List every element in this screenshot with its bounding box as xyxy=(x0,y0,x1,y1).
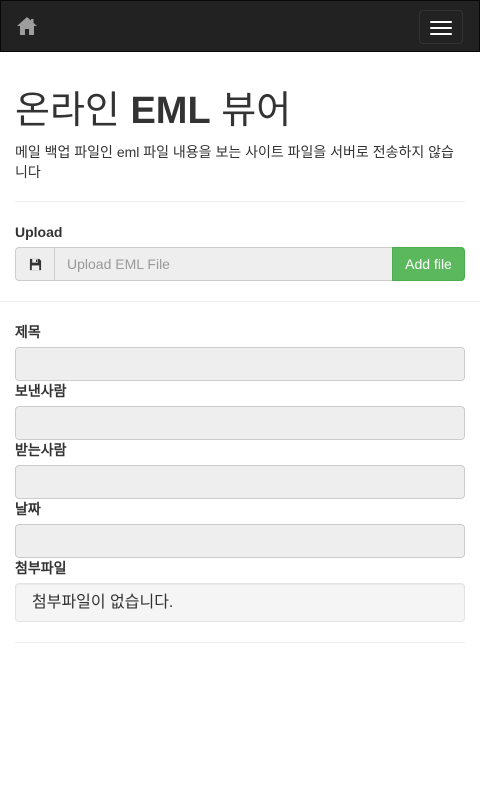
recipient-field[interactable] xyxy=(15,465,465,499)
attachments-list: 첨부파일이 없습니다. xyxy=(15,583,465,622)
page-title-prefix: 온라인 xyxy=(15,90,131,132)
page-title-bold: EML xyxy=(130,90,211,132)
upload-file-input[interactable] xyxy=(54,247,393,281)
bottom-divider xyxy=(15,642,465,643)
page-title: 온라인 EML 뷰어 xyxy=(15,88,291,134)
recipient-label: 받는사람 xyxy=(15,442,67,458)
hamburger-icon-bar xyxy=(430,33,452,35)
page-title-suffix: 뷰어 xyxy=(210,90,292,132)
subject-field[interactable] xyxy=(15,347,465,381)
subject-label: 제목 xyxy=(15,324,41,340)
hamburger-icon-bar xyxy=(430,27,452,29)
divider xyxy=(15,201,465,202)
navbar-toggle-button[interactable] xyxy=(419,10,463,44)
home-icon[interactable] xyxy=(16,16,38,36)
sender-field[interactable] xyxy=(15,406,465,440)
add-file-button[interactable]: Add file xyxy=(392,247,465,281)
attachments-label: 첨부파일 xyxy=(15,560,67,576)
date-field[interactable] xyxy=(15,524,465,558)
date-label: 날짜 xyxy=(15,501,41,517)
navbar xyxy=(0,0,480,52)
upload-label: Upload xyxy=(15,224,63,240)
upload-addon xyxy=(15,247,55,281)
page-subtitle: 메일 백업 파일인 eml 파일 내용을 보는 사이트 파일을 서버로 전송하지… xyxy=(15,144,454,180)
floppy-disk-icon xyxy=(29,258,42,271)
hamburger-icon xyxy=(430,21,452,23)
section-divider xyxy=(0,301,480,302)
attachments-empty-text: 첨부파일이 없습니다. xyxy=(32,594,174,611)
upload-group: Add file xyxy=(15,247,465,281)
sender-label: 보낸사람 xyxy=(15,383,67,399)
